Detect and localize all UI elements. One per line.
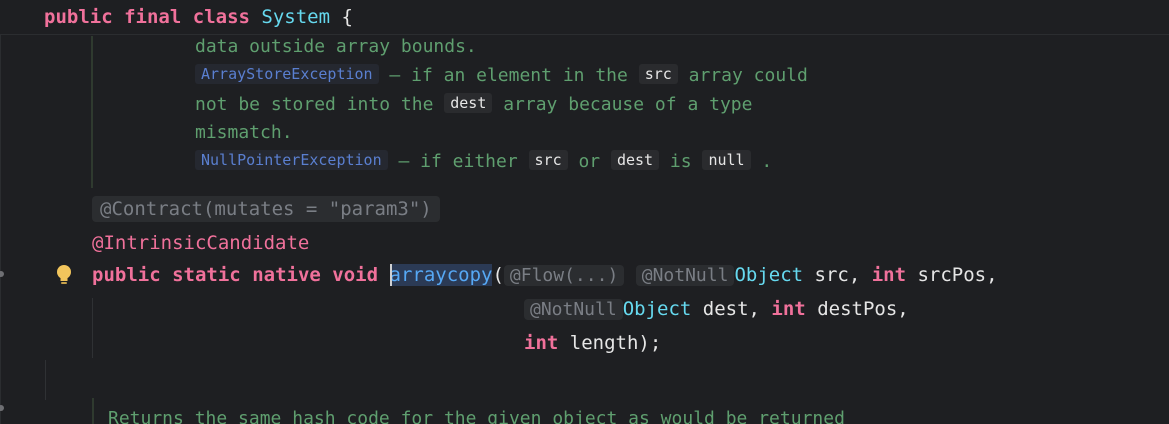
doc-text: array because of a type (492, 94, 753, 115)
code-line: int length); (524, 332, 661, 354)
contract-inlay-hint[interactable]: @Contract(mutates = "param3") (92, 196, 440, 222)
param-text: destPos, (805, 298, 909, 320)
text-caret (389, 264, 392, 286)
inline-code: null (702, 150, 751, 170)
doc-line: not be stored into the dest array becaus… (195, 93, 752, 115)
keyword: int (771, 298, 806, 320)
method-name[interactable]: arraycopy (389, 264, 493, 286)
doc-text: mismatch. (195, 122, 293, 143)
doc-text: data outside array bounds. (195, 36, 477, 57)
doc-line: NullPointerException – if either src or … (195, 150, 772, 172)
doc-text: Returns the same hash code for the given… (108, 408, 845, 424)
keyword: final (124, 6, 182, 28)
class-name: System (261, 6, 331, 28)
doc-text: is (659, 151, 703, 172)
keyword: class (192, 6, 250, 28)
inline-code: src (638, 64, 678, 84)
type-name: Object (734, 264, 804, 286)
code-line: @Contract(mutates = "param3") (92, 196, 440, 222)
sticky-header[interactable]: public final class System { (0, 0, 1169, 35)
indent-guide (45, 360, 46, 400)
gutter-divider (0, 0, 1, 424)
keyword: void (332, 264, 379, 286)
method-name-text: arraycopy (389, 264, 493, 286)
param-text: dest, (691, 298, 772, 320)
brace: { (341, 6, 353, 28)
code-line: @NotNull Object dest, int destPos, (524, 298, 909, 320)
exception-link[interactable]: ArrayStoreException (195, 64, 379, 84)
doc-line: data outside array bounds. (195, 36, 477, 57)
inline-code: dest (444, 93, 493, 113)
sticky-class-declaration: public final class System { (44, 6, 353, 28)
lightbulb-icon[interactable] (55, 264, 73, 286)
param-text: length); (558, 332, 662, 354)
doc-line: ArrayStoreException – if an element in t… (195, 64, 808, 86)
inline-code: src (528, 150, 568, 170)
code-editor[interactable]: public final class System { data outside… (0, 0, 1169, 424)
inline-code: dest (610, 150, 660, 170)
doc-text: or (567, 151, 611, 172)
param-text: srcPos, (906, 264, 998, 286)
annotation: @IntrinsicCandidate (92, 232, 310, 254)
doc-text: – if either (387, 151, 529, 172)
gutter-marker-icon[interactable] (0, 405, 4, 411)
keyword: public (92, 264, 161, 286)
paren: ( (492, 264, 504, 286)
doc-text: . (750, 151, 773, 172)
param-text: src, (803, 264, 872, 286)
doc-text: – if an element in the (378, 65, 639, 86)
keyword: int (524, 332, 559, 354)
gutter-marker-icon[interactable] (0, 271, 4, 277)
type-name: Object (622, 298, 692, 320)
doc-text: array could (677, 65, 808, 86)
notnull-inlay-hint[interactable]: @NotNull (635, 265, 735, 286)
indent-guide (92, 298, 93, 358)
exception-link[interactable]: NullPointerException (195, 150, 388, 170)
keyword: public (44, 6, 113, 28)
code-line: @IntrinsicCandidate (92, 232, 309, 254)
doc-line: mismatch. (195, 122, 293, 143)
keyword: static (172, 264, 241, 286)
keyword: int (871, 264, 907, 286)
notnull-inlay-hint[interactable]: @NotNull (524, 299, 623, 320)
flow-inlay-hint[interactable]: @Flow(...) (503, 265, 625, 286)
code-line: public static native void arraycopy(@Flo… (92, 264, 998, 286)
keyword: native (252, 264, 321, 286)
doc-text: not be stored into the (195, 94, 445, 115)
